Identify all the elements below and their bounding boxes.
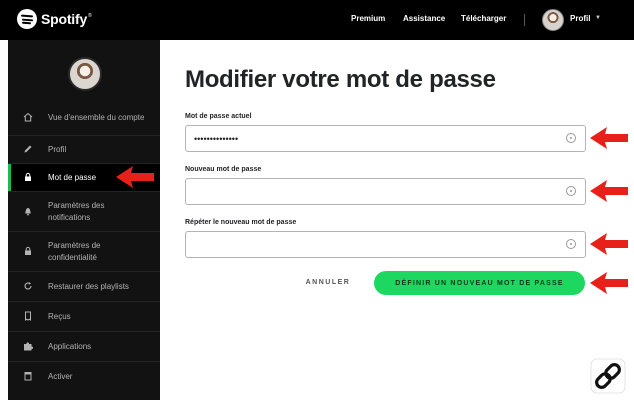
account-sidebar: Vue d'ensemble du compte Profil Mot de p… [8,40,160,400]
current-password-label: Mot de passe actuel [185,113,252,120]
red-arrow-icon [590,272,628,294]
eye-icon[interactable] [566,239,576,249]
red-arrow-icon [116,166,154,188]
nav-link-premium[interactable]: Premium [351,14,385,23]
repeat-password-field[interactable] [185,231,586,258]
sidebar-item-profile[interactable]: Profil [8,136,160,164]
card-icon [8,371,48,383]
sidebar-item-account-overview[interactable]: Vue d'ensemble du compte [8,100,160,136]
profile-menu-label[interactable]: Profil [570,14,590,23]
sidebar-item-label: Restaurer des playlists [48,281,129,291]
puzzle-icon [8,341,48,353]
profile-avatar[interactable] [542,9,564,31]
sidebar-item-label: Paramètres des notifications [48,200,105,222]
sidebar-item-restore-playlists[interactable]: Restaurer des playlists [8,272,160,302]
bell-icon [8,206,48,218]
nav-link-assistance[interactable]: Assistance [403,14,445,23]
repeat-password-label: Répéter le nouveau mot de passe [185,219,297,226]
current-password-field[interactable] [185,125,586,152]
red-arrow-icon [590,233,628,255]
link-icon [590,358,626,394]
new-password-label: Nouveau mot de passe [185,166,262,173]
red-arrow-icon [590,180,628,202]
sidebar-item-label: Activer [48,372,73,381]
red-arrow-icon [590,127,628,149]
lock-icon [8,172,48,184]
brand-name: Spotify [41,11,88,27]
top-navigation-bar: Spotify ® Premium Assistance Télécharger… [0,0,634,40]
lock-icon [8,246,48,258]
eye-icon[interactable] [566,186,576,196]
sidebar-item-label: Applications [48,341,92,351]
home-icon [8,112,48,124]
nav-divider [524,14,525,26]
spotify-logo[interactable]: Spotify ® [17,9,92,29]
cancel-button[interactable]: ANNULER [294,270,362,294]
sidebar-item-privacy-settings[interactable]: Paramètres de confidentialité [8,232,160,272]
trademark-symbol: ® [88,13,92,19]
sidebar-item-label: Profil [48,144,67,154]
sidebar-avatar [68,57,102,91]
sidebar-item-label: Vue d'ensemble du compte [48,112,145,122]
sidebar-item-label: Mot de passe [48,172,97,182]
nav-link-download[interactable]: Télécharger [461,14,506,23]
refresh-icon [8,281,48,293]
spotify-logo-icon [17,9,37,29]
sidebar-item-activate[interactable]: Activer [8,362,160,392]
sidebar-item-label: Paramètres de confidentialité [48,240,101,262]
screenshot-frame: Spotify ® Premium Assistance Télécharger… [0,0,634,400]
eye-icon[interactable] [566,133,576,143]
sidebar-item-label: Reçus [48,311,71,321]
sidebar-item-receipts[interactable]: Reçus [8,302,160,332]
page-title: Modifier votre mot de passe [185,66,496,93]
set-new-password-button[interactable]: DÉFINIR UN NOUVEAU MOT DE PASSE [374,271,585,295]
new-password-field[interactable] [185,178,586,205]
sidebar-item-notification-settings[interactable]: Paramètres des notifications [8,192,160,232]
pen-icon [8,144,48,156]
sidebar-item-applications[interactable]: Applications [8,332,160,362]
chevron-down-icon[interactable]: ▼ [595,15,601,21]
receipt-icon [8,311,48,323]
